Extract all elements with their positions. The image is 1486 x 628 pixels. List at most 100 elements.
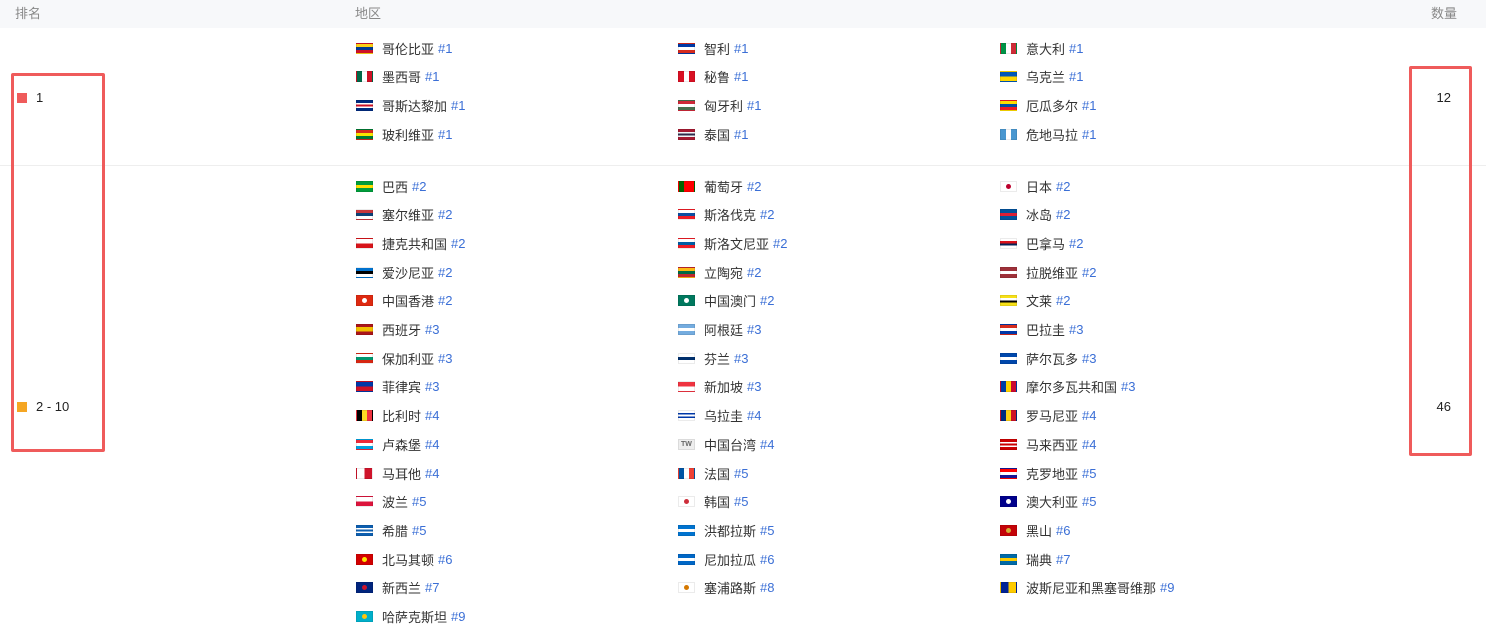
region-rank: #4 <box>425 465 440 481</box>
region-name: 墨西哥 <box>382 70 422 86</box>
region-name: 摩尔多瓦共和国 <box>1026 380 1118 396</box>
count-value: 12 <box>1436 90 1451 105</box>
flag-icon <box>356 410 373 422</box>
region-rank: #1 <box>734 40 749 56</box>
rank-swatch <box>17 401 27 412</box>
region-name: 玻利维亚 <box>382 127 435 143</box>
region-name: 波兰 <box>382 495 409 511</box>
flag-icon <box>1000 99 1017 111</box>
flag-icon <box>356 553 373 565</box>
region-rank: #2 <box>760 207 775 223</box>
region-rank: #2 <box>438 207 453 223</box>
region-rank: #8 <box>760 580 775 596</box>
region-name: 斯洛文尼亚 <box>704 236 770 252</box>
region-rank: #1 <box>438 126 453 142</box>
region-item: 斯洛伐克 #2 <box>678 205 774 225</box>
region-name: 厄瓜多尔 <box>1026 98 1079 114</box>
rank-column-header: 排名 <box>15 6 42 21</box>
region-rank: #3 <box>747 322 762 337</box>
region-item: 意大利 #1 <box>1000 38 1083 58</box>
region-item: 塞尔维亚 #2 <box>356 205 452 225</box>
region-name: 文莱 <box>1026 294 1053 310</box>
region-item: 西班牙 #3 <box>356 320 439 340</box>
rank-value: 1 <box>36 90 44 105</box>
flag-icon <box>1000 553 1017 565</box>
region-name: 新西兰 <box>382 581 422 597</box>
region-name: 爱沙尼亚 <box>382 265 435 281</box>
region-rank: #3 <box>1082 350 1097 366</box>
region-rank: #1 <box>425 69 440 85</box>
region-name: 葡萄牙 <box>704 179 744 195</box>
flag-icon <box>678 524 695 536</box>
region-name: 法国 <box>704 466 731 482</box>
region-name: 洪都拉斯 <box>704 523 757 539</box>
region-name: 韩国 <box>704 495 731 511</box>
region-rank: #4 <box>1082 436 1097 452</box>
region-name: 乌克兰 <box>1026 70 1066 86</box>
region-rank: #4 <box>425 436 440 452</box>
region-rank: #3 <box>425 322 440 337</box>
flag-icon <box>678 381 695 393</box>
region-name: 澳大利亚 <box>1026 495 1079 511</box>
flag-icon <box>1000 381 1017 393</box>
region-rank: #2 <box>773 235 788 251</box>
flag-icon <box>356 438 373 450</box>
region-item: 塞浦路斯 #8 <box>678 578 774 598</box>
region-rank: #1 <box>451 97 466 113</box>
flag-icon <box>356 209 373 221</box>
region-item: 哈萨克斯坦 #9 <box>356 607 465 627</box>
region-name: 哈萨克斯坦 <box>382 610 448 625</box>
region-rank: #2 <box>747 264 762 280</box>
region-item: 乌拉圭 #4 <box>678 406 761 426</box>
flag-icon <box>1000 438 1017 450</box>
region-name: 马耳他 <box>382 466 422 482</box>
region-name: 新加坡 <box>704 380 744 396</box>
flag-icon <box>356 128 373 140</box>
region-item: 厄瓜多尔 #1 <box>1000 95 1096 115</box>
flag-icon <box>1000 467 1017 479</box>
region-rank: #3 <box>1069 322 1084 337</box>
flag-icon: TW <box>678 438 695 450</box>
region-item: 马耳他 #4 <box>356 463 439 483</box>
region-rank: #3 <box>425 379 440 395</box>
region-name: 保加利亚 <box>382 351 435 367</box>
region-rank: #3 <box>1121 379 1136 395</box>
region-name: 比利时 <box>382 409 422 425</box>
flag-icon <box>678 209 695 221</box>
region-name: 塞尔维亚 <box>382 208 435 224</box>
flag-icon <box>356 524 373 536</box>
region-item: 斯洛文尼亚 #2 <box>678 233 787 253</box>
region-name: 瑞典 <box>1026 552 1053 568</box>
region-item: 萨尔瓦多 #3 <box>1000 348 1096 368</box>
region-item: 乌克兰 #1 <box>1000 67 1083 87</box>
region-name: 危地马拉 <box>1026 127 1079 143</box>
region-name: 匈牙利 <box>704 98 744 114</box>
flag-icon <box>678 324 695 335</box>
flag-icon <box>356 237 373 249</box>
region-item: 芬兰 #3 <box>678 348 748 368</box>
region-item: 哥伦比亚 #1 <box>356 38 452 58</box>
region-rank: #2 <box>412 178 427 194</box>
region-rank: #2 <box>747 178 762 194</box>
region-item: 墨西哥 #1 <box>356 67 439 87</box>
region-item: 比利时 #4 <box>356 406 439 426</box>
region-rank: #6 <box>438 551 453 567</box>
region-item: 捷克共和国 #2 <box>356 233 465 253</box>
region-rank: #1 <box>1069 69 1084 85</box>
rank-label: 2 - 10 <box>17 399 69 414</box>
flag-icon <box>1000 352 1017 364</box>
count-value: 46 <box>1436 399 1451 414</box>
region-item: 北马其顿 #6 <box>356 549 452 569</box>
region-name: 中国香港 <box>382 294 435 310</box>
flag-icon <box>678 180 695 192</box>
region-name: 斯洛伐克 <box>704 208 757 224</box>
region-item: TW 中国台湾 #4 <box>678 434 774 454</box>
flag-icon <box>356 266 373 278</box>
region-item: 巴拉圭 #3 <box>1000 320 1083 340</box>
region-name: 巴拉圭 <box>1026 323 1066 338</box>
region-name: 哥伦比亚 <box>382 41 435 57</box>
flag-icon <box>1000 496 1017 508</box>
region-rank: #7 <box>1056 551 1071 567</box>
count-column-header: 数量 <box>1430 6 1457 21</box>
rank-swatch <box>17 92 27 103</box>
